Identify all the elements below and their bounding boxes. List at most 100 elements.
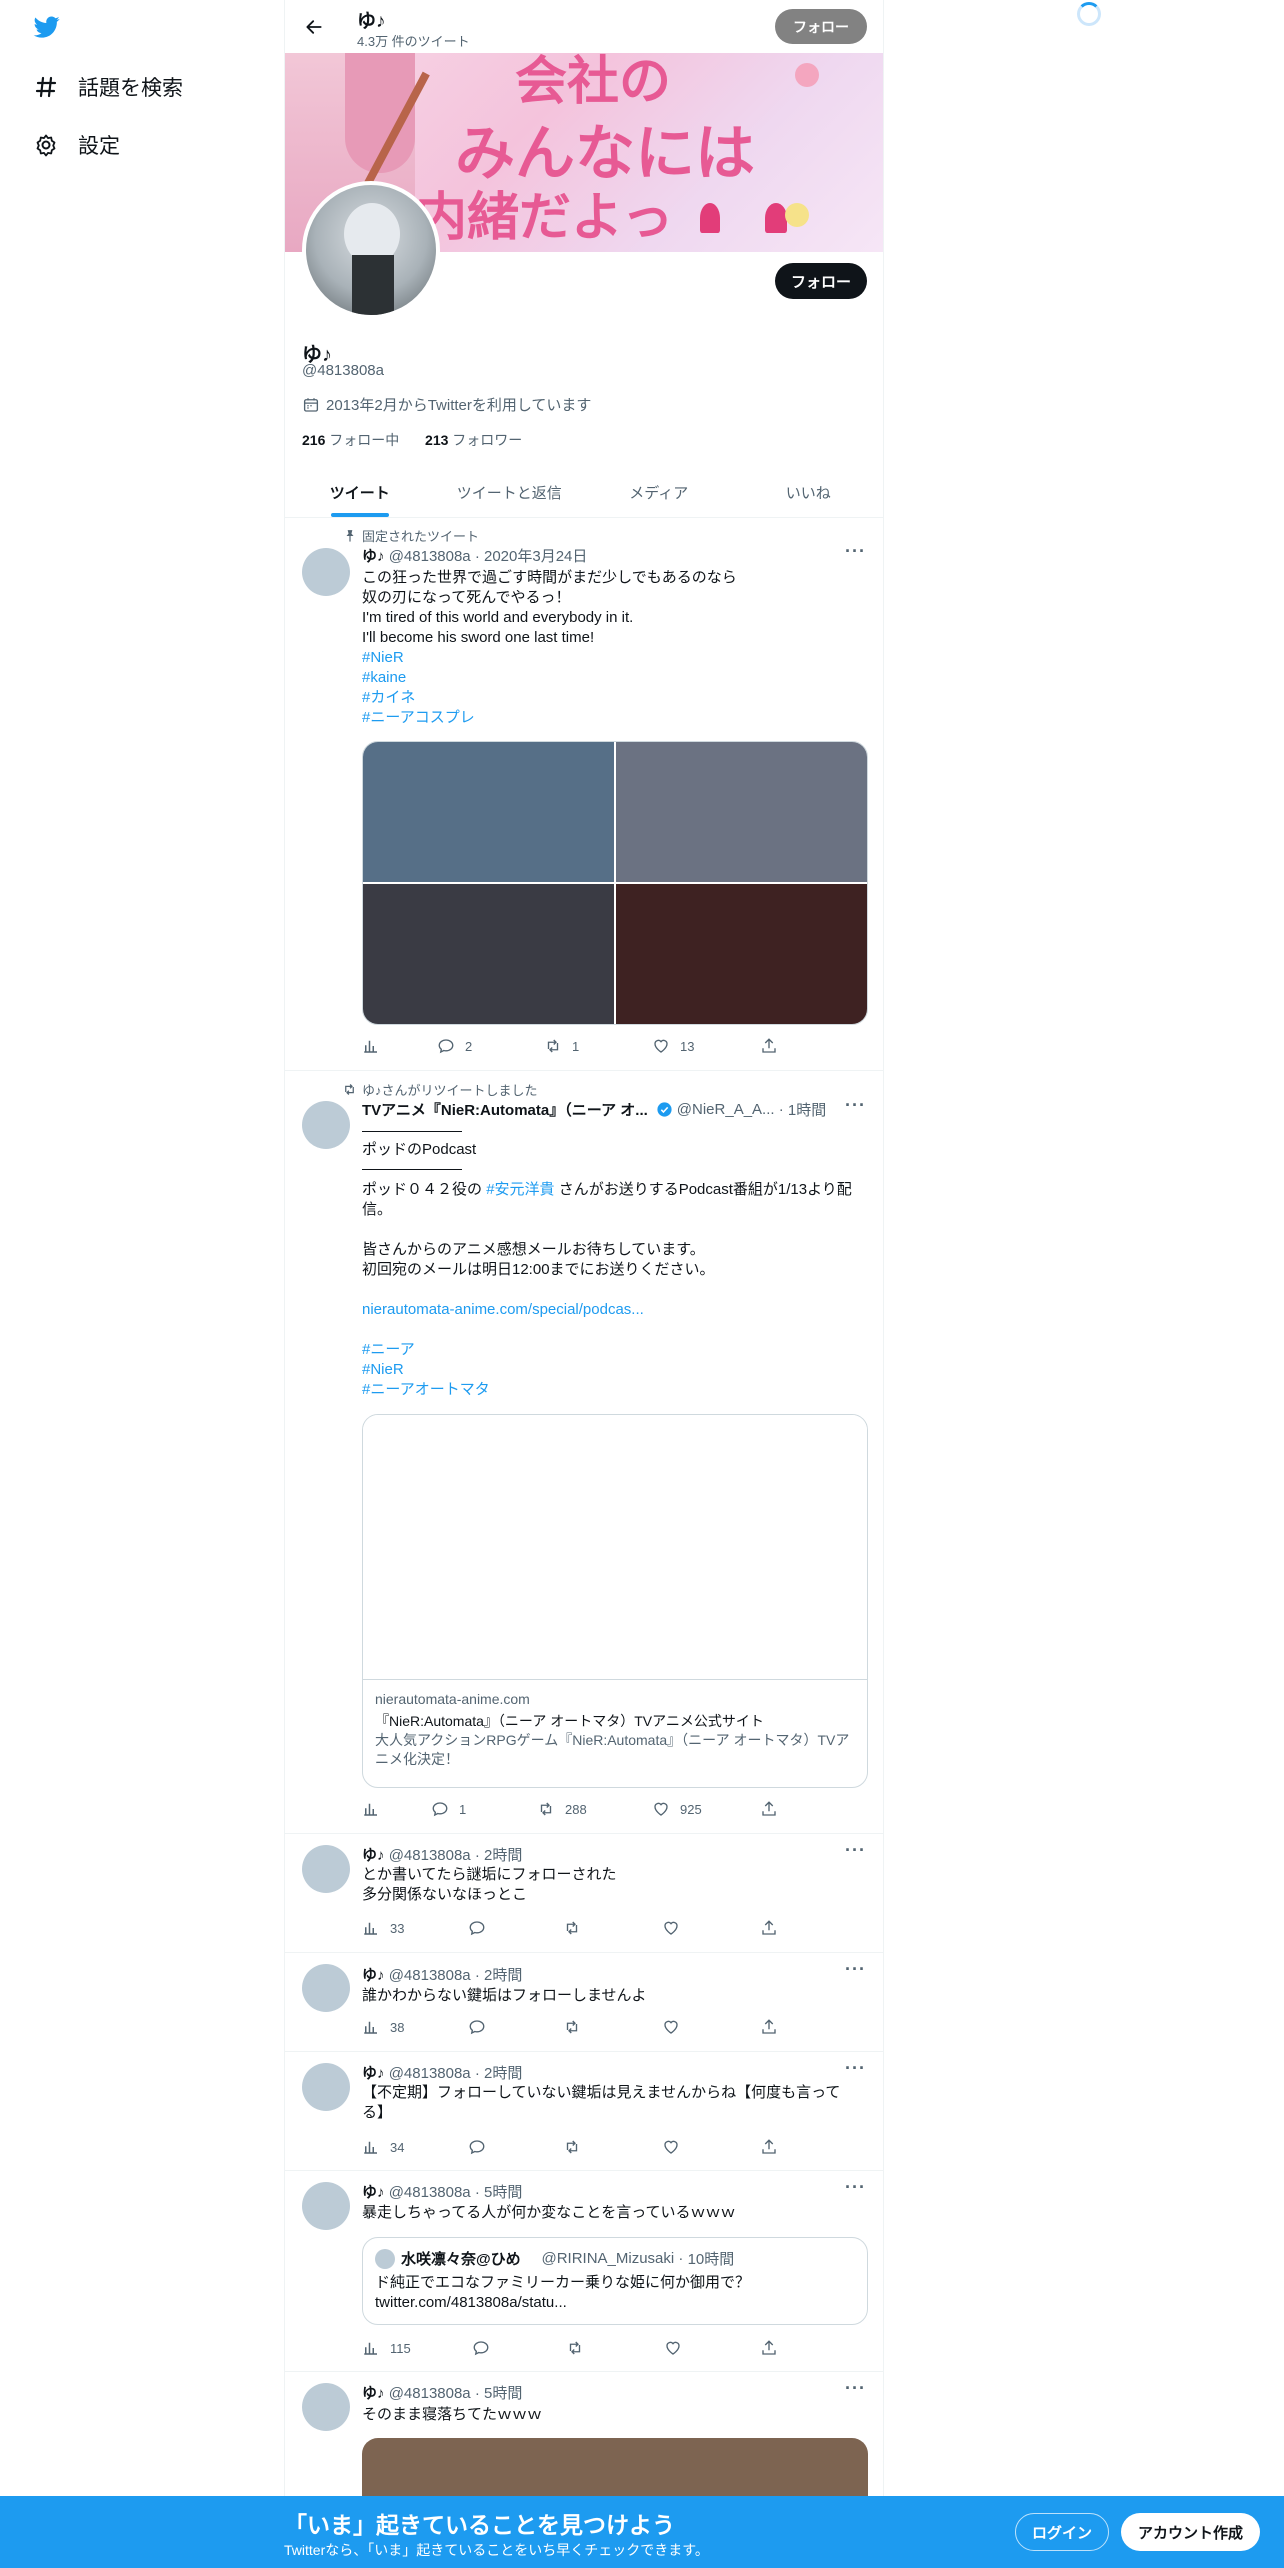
share-button[interactable] bbox=[760, 1800, 788, 1818]
tweet-pinned[interactable]: 固定されたツイート ゆ♪ @4813808a · 2020年3月24日 ··· … bbox=[285, 518, 883, 1071]
login-button[interactable]: ログイン bbox=[1015, 2513, 1109, 2551]
tweet-time[interactable]: 1時間 bbox=[788, 1099, 826, 1120]
quoted-tweet[interactable]: 水咲凛々奈@ひめ @RIRINA_Mizusaki · 10時間 ド純正でエコな… bbox=[362, 2237, 868, 2325]
share-button[interactable] bbox=[760, 2018, 788, 2036]
author-name[interactable]: ゆ♪ bbox=[362, 548, 385, 565]
avatar[interactable] bbox=[302, 2063, 350, 2111]
back-arrow-icon[interactable] bbox=[299, 12, 329, 42]
avatar[interactable] bbox=[302, 1964, 350, 2012]
author-handle[interactable]: @4813808a bbox=[389, 2065, 471, 2082]
views-button[interactable]: 115 bbox=[362, 2339, 411, 2357]
views-button[interactable]: 34 bbox=[362, 2138, 404, 2156]
avatar[interactable] bbox=[302, 548, 350, 596]
media-image[interactable] bbox=[616, 884, 867, 1024]
retweet-button[interactable] bbox=[563, 2138, 591, 2156]
sidebar-item-settings[interactable]: 設定 bbox=[32, 125, 120, 165]
tab-tweets[interactable]: ツイート bbox=[285, 468, 435, 517]
media-image[interactable] bbox=[363, 884, 614, 1024]
tab-likes[interactable]: いいね bbox=[734, 468, 884, 517]
analytics-button[interactable] bbox=[362, 1037, 390, 1055]
author-handle[interactable]: @4813808a bbox=[389, 1847, 471, 1864]
tab-tweets-replies[interactable]: ツイートと返信 bbox=[435, 468, 585, 517]
reply-button[interactable] bbox=[468, 2018, 496, 2036]
author-name[interactable]: ゆ♪ bbox=[362, 2065, 385, 2082]
views-button[interactable]: 33 bbox=[362, 1919, 404, 1937]
hashtag-link[interactable]: #ニーアオートマタ bbox=[362, 1380, 872, 1400]
author-name[interactable]: ゆ♪ bbox=[362, 1967, 385, 1984]
avatar[interactable] bbox=[302, 2182, 350, 2230]
retweet-button[interactable]: 288 bbox=[537, 1800, 587, 1818]
retweet-button[interactable] bbox=[563, 2018, 591, 2036]
reply-button[interactable] bbox=[472, 2339, 500, 2357]
tweet-time[interactable]: 2時間 bbox=[484, 1967, 522, 1984]
more-icon[interactable]: ··· bbox=[845, 2378, 866, 2399]
hashtag-link[interactable]: #ニーアコスプレ bbox=[362, 708, 872, 728]
more-icon[interactable]: ··· bbox=[845, 2177, 866, 2198]
sidebar-item-explore[interactable]: 話題を検索 bbox=[32, 67, 183, 107]
tweet[interactable]: ゆ♪ @4813808a · 2時間 ··· 誰かわからない鍵垢はフォローしませ… bbox=[285, 1953, 883, 2052]
like-button[interactable] bbox=[662, 2138, 690, 2156]
share-button[interactable] bbox=[760, 1037, 788, 1055]
hashtag-link[interactable]: #NieR bbox=[362, 1360, 872, 1380]
like-button[interactable] bbox=[662, 2018, 690, 2036]
reply-button[interactable]: 2 bbox=[437, 1037, 472, 1055]
more-icon[interactable]: ··· bbox=[845, 1959, 866, 1980]
reply-button[interactable] bbox=[468, 2138, 496, 2156]
author-handle[interactable]: @4813808a bbox=[389, 2385, 471, 2402]
retweet-button[interactable] bbox=[563, 1919, 591, 1937]
tweet-retweeted[interactable]: ゆ♪さんがリツイートしました TVアニメ『NieR:Automata』（ニーア … bbox=[285, 1071, 883, 1834]
hashtag-link[interactable]: #NieR bbox=[362, 648, 872, 668]
retweet-button[interactable] bbox=[566, 2339, 594, 2357]
hashtag-link[interactable]: #カイネ bbox=[362, 688, 872, 708]
like-button[interactable] bbox=[662, 1919, 690, 1937]
more-icon[interactable]: ··· bbox=[845, 1840, 866, 1861]
followers-link[interactable]: 213 フォロワー bbox=[425, 432, 522, 448]
reply-button[interactable] bbox=[468, 1919, 496, 1937]
more-icon[interactable]: ··· bbox=[845, 2058, 866, 2079]
tweet-time[interactable]: 5時間 bbox=[484, 2184, 522, 2201]
header-follow-button[interactable]: フォロー bbox=[775, 9, 867, 44]
hashtag-link[interactable]: #安元洋貴 bbox=[486, 1181, 554, 1198]
like-button[interactable]: 925 bbox=[652, 1800, 702, 1818]
media-image[interactable] bbox=[363, 742, 614, 882]
author-handle[interactable]: @4813808a bbox=[389, 2184, 471, 2201]
tweet[interactable]: ゆ♪ @4813808a · 2時間 ··· とか書いてたら謎垢にフォローされた… bbox=[285, 1834, 883, 1953]
like-button[interactable] bbox=[664, 2339, 692, 2357]
profile-avatar[interactable] bbox=[302, 181, 440, 319]
more-icon[interactable]: ··· bbox=[845, 541, 866, 562]
tweet[interactable]: ゆ♪ @4813808a · 2時間 ··· 【不定期】フォローしていない鍵垢は… bbox=[285, 2052, 883, 2171]
signup-button[interactable]: アカウント作成 bbox=[1121, 2513, 1260, 2551]
author-handle[interactable]: @4813808a bbox=[389, 548, 471, 565]
author-name[interactable]: ゆ♪ bbox=[362, 2385, 385, 2402]
author-name[interactable]: ゆ♪ bbox=[362, 1847, 385, 1864]
author-handle[interactable]: @NieR_A_A... bbox=[677, 1101, 775, 1118]
author-name[interactable]: ゆ♪ bbox=[362, 2184, 385, 2201]
avatar[interactable] bbox=[302, 1845, 350, 1893]
tweet-time[interactable]: 5時間 bbox=[484, 2385, 522, 2402]
tweet[interactable]: ゆ♪ @4813808a · 5時間 ··· 暴走しちゃってる人が何か変なことを… bbox=[285, 2171, 883, 2372]
tweet-time[interactable]: 2時間 bbox=[484, 2065, 522, 2082]
media-image[interactable] bbox=[616, 742, 867, 882]
avatar[interactable] bbox=[302, 1101, 350, 1149]
hashtag-link[interactable]: #kaine bbox=[362, 668, 872, 688]
following-link[interactable]: 216 フォロー中 bbox=[302, 432, 399, 448]
tweet-time[interactable]: 2時間 bbox=[484, 1847, 522, 1864]
avatar[interactable] bbox=[302, 2383, 350, 2431]
tab-media[interactable]: メディア bbox=[584, 468, 734, 517]
retweet-button[interactable]: 1 bbox=[544, 1037, 579, 1055]
url-link[interactable]: nierautomata-anime.com/special/podcas... bbox=[362, 1300, 872, 1320]
share-button[interactable] bbox=[760, 1919, 788, 1937]
reply-button[interactable]: 1 bbox=[431, 1800, 466, 1818]
follow-button[interactable]: フォロー bbox=[775, 263, 867, 299]
author-handle[interactable]: @4813808a bbox=[389, 1967, 471, 1984]
more-icon[interactable]: ··· bbox=[845, 1095, 866, 1116]
author-name[interactable]: TVアニメ『NieR:Automata』（ニーア オ... bbox=[362, 1099, 648, 1120]
share-button[interactable] bbox=[760, 2339, 788, 2357]
views-button[interactable]: 38 bbox=[362, 2018, 404, 2036]
link-card[interactable]: nierautomata-anime.com 『NieR:Automata』（ニ… bbox=[362, 1414, 868, 1788]
twitter-logo-icon[interactable] bbox=[32, 14, 64, 42]
share-button[interactable] bbox=[760, 2138, 788, 2156]
tweet-time[interactable]: 2020年3月24日 bbox=[484, 548, 587, 565]
hashtag-link[interactable]: #ニーア bbox=[362, 1340, 872, 1360]
analytics-button[interactable] bbox=[362, 1800, 390, 1818]
